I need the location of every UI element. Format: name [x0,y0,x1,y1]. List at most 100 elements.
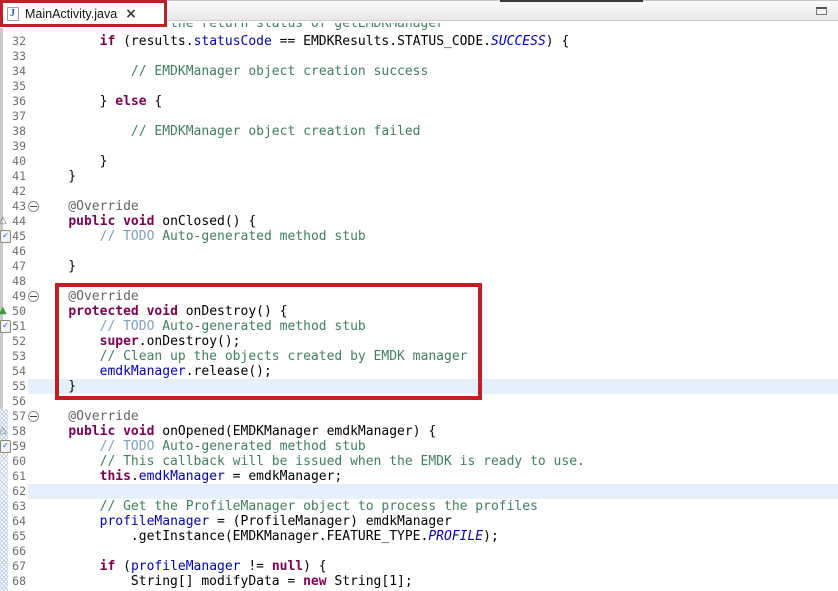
line-number[interactable]: 35 [10,79,28,94]
code-line[interactable]: 43 @Override [0,199,838,214]
line-number[interactable]: 61 [10,469,28,484]
line-number[interactable]: 39 [10,139,28,154]
line-number[interactable]: 43 [10,199,28,214]
task-marker-icon[interactable]: ✓ [0,440,11,453]
code-line[interactable]: 40 } [0,154,838,169]
line-number[interactable]: 49 [10,289,28,304]
code-line[interactable]: 54 emdkManager.release(); [0,364,838,379]
code-line[interactable]: 34 // EMDKManager object creation succes… [0,64,838,79]
code-text[interactable]: // Clean up the objects created by EMDK … [37,349,838,364]
code-text[interactable] [37,79,838,94]
code-text[interactable]: // EMDKManager object creation success [37,64,838,79]
task-marker-icon[interactable]: ✓ [0,230,11,243]
code-text[interactable]: emdkManager.release(); [37,364,838,379]
code-line[interactable]: 42 [0,184,838,199]
line-number[interactable]: 32 [10,34,28,49]
overrides-marker-icon[interactable]: ▲ [0,305,7,317]
line-number[interactable]: 48 [10,274,28,289]
code-text[interactable]: profileManager = (ProfileManager) emdkMa… [37,514,838,529]
code-text[interactable]: protected void onDestroy() { [37,304,838,319]
code-line[interactable]: 39 [0,139,838,154]
code-text[interactable] [37,139,838,154]
code-text[interactable] [37,274,838,289]
code-text[interactable] [37,49,838,64]
code-text[interactable]: this.emdkManager = emdkManager; [37,469,838,484]
code-text[interactable] [37,109,838,124]
line-number[interactable]: 50 [10,304,28,319]
code-text[interactable]: // This callback will be issued when the… [37,454,838,469]
code-line[interactable]: 35 [0,79,838,94]
line-number[interactable]: 59 [10,439,28,454]
line-number[interactable]: 46 [10,244,28,259]
code-line[interactable]: 52 super.onDestroy(); [0,334,838,349]
code-text[interactable]: } [37,259,838,274]
code-line[interactable]: 49 @Override [0,289,838,304]
code-line[interactable]: ✓59 // TODO Auto-generated method stub [0,439,838,454]
line-number[interactable]: 45 [10,229,28,244]
code-text[interactable]: public void onClosed() { [37,214,838,229]
code-text[interactable]: } [37,169,838,184]
code-text[interactable]: } else { [37,94,838,109]
code-text[interactable]: // TODO Auto-generated method stub [37,439,838,454]
code-text[interactable] [37,244,838,259]
code-text[interactable]: super.onDestroy(); [37,334,838,349]
code-line[interactable]: 32 if (results.statusCode == EMDKResults… [0,34,838,49]
code-line[interactable]: 66 [0,544,838,559]
code-text[interactable] [37,184,838,199]
line-number[interactable]: 57 [10,409,28,424]
code-text[interactable]: // Get the ProfileManager object to proc… [37,499,838,514]
code-line[interactable]: 57 @Override [0,409,838,424]
code-line[interactable]: 67 if (profileManager != null) { [0,559,838,574]
code-line[interactable]: 68 String[] modifyData = new String[1]; [0,574,838,589]
editor-tab-mainactivity[interactable]: J MainActivity.java × [0,0,168,28]
line-number[interactable]: 55 [10,379,28,394]
code-line[interactable]: 41 } [0,169,838,184]
line-number[interactable]: 41 [10,169,28,184]
code-line[interactable]: ✓45 // TODO Auto-generated method stub [0,229,838,244]
line-number[interactable]: 67 [10,559,28,574]
code-line[interactable]: 48 [0,274,838,289]
line-number[interactable]: 51 [10,319,28,334]
code-line[interactable]: △44 public void onClosed() { [0,214,838,229]
code-line-highlighted[interactable]: 62 [0,484,838,499]
fold-collapse-icon[interactable] [28,411,39,422]
fold-collapse-icon[interactable] [28,201,39,212]
tab-close-icon[interactable]: × [125,7,137,21]
code-line[interactable]: 61 this.emdkManager = emdkManager; [0,469,838,484]
line-number[interactable]: 65 [10,529,28,544]
task-marker-icon[interactable]: ✓ [0,320,11,333]
line-number[interactable]: 42 [10,184,28,199]
line-number[interactable]: 44 [10,214,28,229]
code-line[interactable]: △58 public void onOpened(EMDKManager emd… [0,424,838,439]
code-text[interactable]: .getInstance(EMDKManager.FEATURE_TYPE.PR… [37,529,838,544]
code-text[interactable]: @Override [37,409,838,424]
code-line-highlighted[interactable]: 55 } [0,379,838,394]
fold-collapse-icon[interactable] [28,291,39,302]
line-number[interactable]: 38 [10,124,28,139]
line-number[interactable]: 64 [10,514,28,529]
code-text[interactable]: } [37,379,838,394]
code-line[interactable]: ✓51 // TODO Auto-generated method stub [0,319,838,334]
code-text[interactable] [37,484,838,499]
code-line[interactable]: ▲50 protected void onDestroy() { [0,304,838,319]
code-line[interactable]: 60 // This callback will be issued when … [0,454,838,469]
code-line[interactable]: 46 [0,244,838,259]
code-text[interactable]: // TODO Auto-generated method stub [37,319,838,334]
code-line[interactable]: 36 } else { [0,94,838,109]
line-number[interactable]: 52 [10,334,28,349]
code-line[interactable]: 56 [0,394,838,409]
line-number[interactable]: 66 [10,544,28,559]
window-restore-icon[interactable] [816,7,827,15]
code-line[interactable]: 33 [0,49,838,64]
code-pane[interactable]: 32 if (results.statusCode == EMDKResults… [0,34,838,589]
code-text[interactable] [37,394,838,409]
code-line[interactable]: 65 .getInstance(EMDKManager.FEATURE_TYPE… [0,529,838,544]
line-number[interactable]: 40 [10,154,28,169]
line-number[interactable]: 53 [10,349,28,364]
line-number[interactable]: 37 [10,109,28,124]
line-number[interactable]: 56 [10,394,28,409]
line-number[interactable]: 54 [10,364,28,379]
code-line[interactable]: 64 profileManager = (ProfileManager) emd… [0,514,838,529]
line-number[interactable]: 58 [10,424,28,439]
line-number[interactable]: 47 [10,259,28,274]
